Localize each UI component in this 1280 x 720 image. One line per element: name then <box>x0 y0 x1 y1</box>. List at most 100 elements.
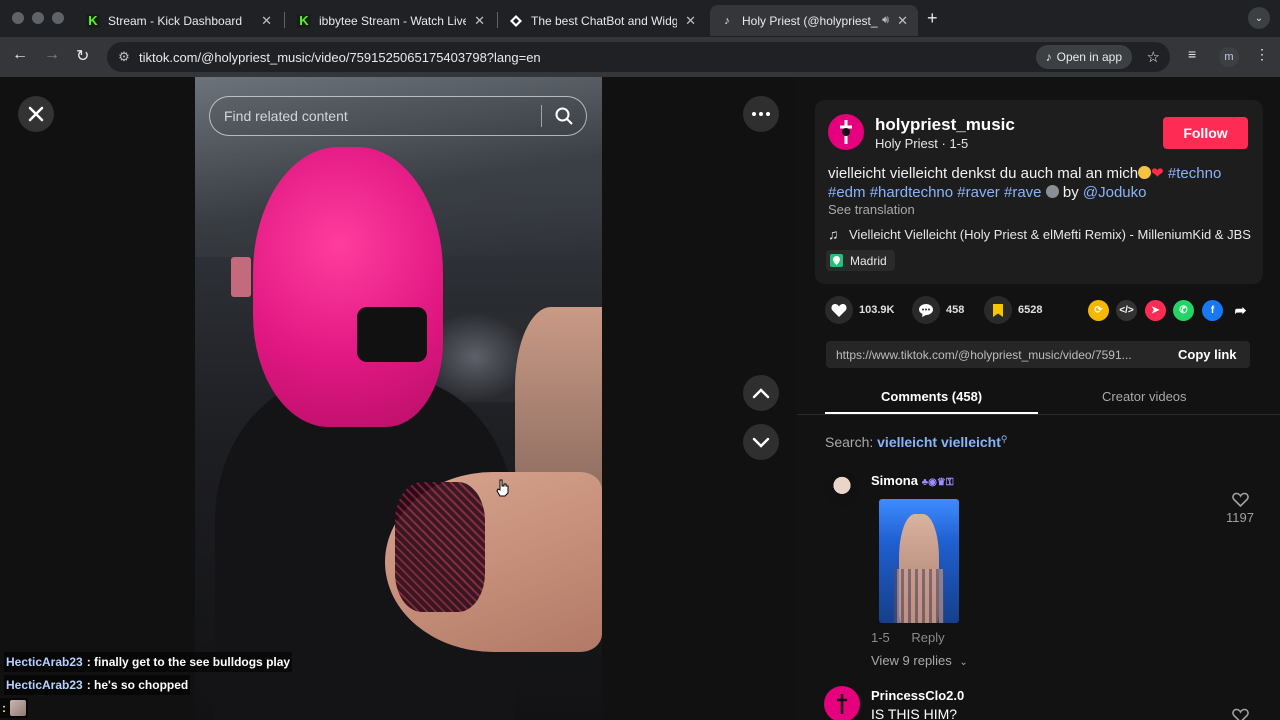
dot-separator: · <box>941 136 946 151</box>
chat-text: : finally get to the see bulldogs play <box>86 655 291 669</box>
hashtag-link[interactable]: #rave <box>1004 184 1042 201</box>
chevron-up-icon <box>752 387 770 398</box>
search-mini-icon: ⚲ <box>1000 434 1008 444</box>
reply-button[interactable]: Reply <box>911 630 944 645</box>
creator-avatar[interactable] <box>828 114 864 150</box>
previous-video-button[interactable] <box>743 375 779 411</box>
comment-count: 458 <box>946 304 965 316</box>
send-to-friend-icon[interactable]: ➤ <box>1145 300 1166 321</box>
tab-separator <box>284 12 285 28</box>
music-link[interactable]: ♫ Vielleicht Vielleicht (Holy Priest & e… <box>828 226 1251 242</box>
view-replies-button[interactable]: View 9 replies ⌄ <box>871 653 968 668</box>
hashtag-link[interactable]: #edm <box>828 184 866 201</box>
browser-tab-2[interactable]: K ibbytee Stream - Watch Live o ✕ <box>287 5 495 36</box>
like-button[interactable]: 103.9K <box>825 296 894 324</box>
site-settings-icon[interactable]: ⚙︎ <box>109 49 139 65</box>
location-chip[interactable]: Madrid <box>826 250 895 271</box>
browser-tab-1[interactable]: K Stream - Kick Dashboard ✕ <box>76 5 282 36</box>
browser-tab-3[interactable]: The best ChatBot and Widget ✕ <box>499 5 706 36</box>
commenter-name[interactable]: PrincessClo2.0 <box>871 688 964 703</box>
back-arrow-icon[interactable]: ← <box>12 46 28 64</box>
kick-icon: K <box>297 13 311 28</box>
music-title: Vielleicht Vielleicht (Holy Priest & elM… <box>849 226 1251 242</box>
comment-like[interactable]: 1197 <box>1222 492 1258 525</box>
bookmark-star-icon[interactable]: ☆ <box>1147 48 1160 66</box>
window-zoom-dot[interactable] <box>52 12 64 24</box>
tab-title: ibbytee Stream - Watch Live o <box>319 13 467 28</box>
tab-title: The best ChatBot and Widget <box>531 13 678 28</box>
tab-close-icon[interactable]: ✕ <box>261 13 272 29</box>
copy-link-button[interactable]: Copy link <box>1162 347 1237 362</box>
embed-code-icon[interactable]: </> <box>1116 300 1137 321</box>
comment-image[interactable] <box>879 499 959 623</box>
share-arrow-icon[interactable]: ➦ <box>1230 300 1251 321</box>
commenter-avatar[interactable] <box>824 686 860 720</box>
tab-close-icon[interactable]: ✕ <box>685 13 696 29</box>
new-tab-icon[interactable]: + <box>927 8 938 29</box>
profile-avatar[interactable]: m <box>1219 47 1239 67</box>
follow-button[interactable]: Follow <box>1163 117 1248 149</box>
comment-search-hint[interactable]: Search: vielleicht vielleicht⚲ <box>825 434 1007 450</box>
browser-tab-active[interactable]: ♪ Holy Priest (@holypriest_ 🔊︎ ✕ <box>710 5 918 36</box>
tab-creator-videos[interactable]: Creator videos <box>1102 389 1187 404</box>
heart-outline-icon <box>1231 708 1249 720</box>
comment-like-count: 1197 <box>1226 510 1254 525</box>
open-in-app-button[interactable]: ♪ Open in app <box>1035 45 1132 69</box>
more-options-button[interactable] <box>743 96 779 132</box>
tab-close-icon[interactable]: ✕ <box>474 13 485 29</box>
hashtag-link[interactable]: #techno <box>1168 165 1221 182</box>
chat-message: HecticArab23 : he's so chopped <box>4 675 191 695</box>
hashtag-link[interactable]: #hardtechno <box>870 184 953 201</box>
video-mesh-sleeve <box>395 482 485 612</box>
tab-comments[interactable]: Comments (458) <box>881 389 982 404</box>
tab-search-chevron-icon[interactable]: ⌄ <box>1248 7 1270 29</box>
caption-text: vielleicht vielleicht denkst du auch mal… <box>828 165 1139 182</box>
whatsapp-icon[interactable]: ✆ <box>1173 300 1194 321</box>
comment-text: IS THIS HIM? <box>871 706 958 720</box>
window-close-dot[interactable] <box>12 12 24 24</box>
media-controls-icon[interactable]: ≡ <box>1188 46 1196 62</box>
commenter-avatar[interactable] <box>824 471 860 507</box>
mention-link[interactable]: @Joduko <box>1083 184 1147 201</box>
creator-username[interactable]: holypriest_music <box>875 115 1015 135</box>
comment-button[interactable]: 458 <box>912 296 964 324</box>
comment-like[interactable] <box>1230 708 1250 720</box>
commenter-name[interactable]: Simona ♣︎◉♛⚿ <box>871 473 953 488</box>
browser-menu-icon[interactable]: ⋮ <box>1255 46 1269 63</box>
location-name: Madrid <box>850 253 887 268</box>
facebook-icon[interactable]: f <box>1202 300 1223 321</box>
post-date: 1-5 <box>949 136 969 151</box>
reload-icon[interactable]: ↻ <box>76 46 89 66</box>
url-text: tiktok.com/@holypriest_music/video/75915… <box>139 49 541 65</box>
pleading-face-emoji <box>1138 166 1152 179</box>
share-link-url[interactable]: https://www.tiktok.com/@holypriest_music… <box>826 348 1162 362</box>
chat-text: : <box>2 701 6 715</box>
diamond-icon <box>509 14 523 28</box>
screen: K Stream - Kick Dashboard ✕ K ibbytee St… <box>0 0 1280 720</box>
view-replies-label: View 9 replies <box>871 653 952 668</box>
music-note-icon: ♫ <box>828 226 839 242</box>
see-translation-link[interactable]: See translation <box>828 202 915 217</box>
like-count: 103.9K <box>859 304 895 316</box>
tab-title: Stream - Kick Dashboard <box>108 13 243 28</box>
hashtag-link[interactable]: #raver <box>957 184 1000 201</box>
browser-toolbar: ← → ↻ ⚙︎ tiktok.com/@holypriest_music/vi… <box>0 37 1280 77</box>
address-bar[interactable]: ⚙︎ tiktok.com/@holypriest_music/video/75… <box>107 42 1170 72</box>
related-search-input[interactable] <box>224 108 542 124</box>
video-mask-eye <box>357 307 427 362</box>
speaker-icon[interactable]: 🔊︎ <box>882 14 889 27</box>
save-button[interactable]: 6528 <box>984 296 1042 324</box>
heart-outline-icon <box>1231 492 1249 508</box>
heart-emoji: ❤ <box>1151 165 1164 182</box>
tab-close-icon[interactable]: ✕ <box>897 13 908 29</box>
creator-display-name: Holy Priest <box>875 136 938 151</box>
repost-icon[interactable]: ⟳ <box>1088 300 1109 321</box>
active-tab-indicator <box>825 412 1038 414</box>
forward-arrow-icon[interactable]: → <box>44 46 60 64</box>
close-video-button[interactable] <box>18 96 54 132</box>
video-player[interactable] <box>195 77 602 720</box>
next-video-button[interactable] <box>743 424 779 460</box>
heart-icon <box>825 296 853 324</box>
window-minimize-dot[interactable] <box>32 12 44 24</box>
search-icon[interactable] <box>542 107 586 125</box>
